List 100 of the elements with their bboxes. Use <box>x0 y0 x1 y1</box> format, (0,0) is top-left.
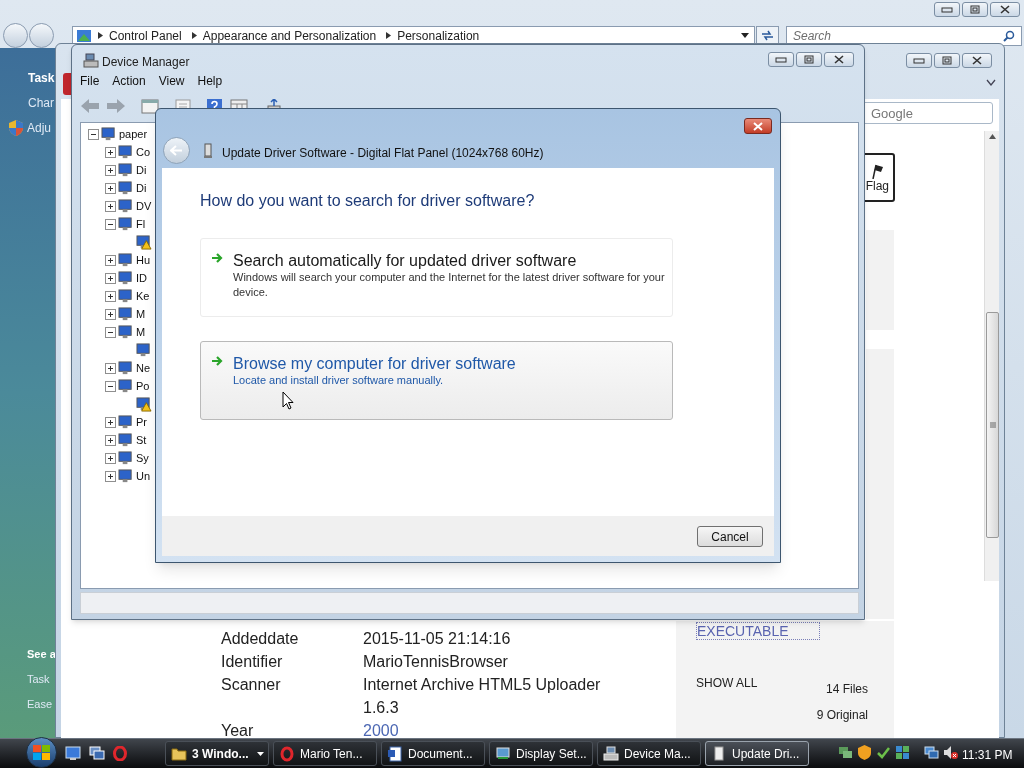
tree-item[interactable]: M <box>136 323 146 341</box>
option-button[interactable]: Search automatically for updated driver software Windows will search your computer and the Internet for the latest driver software for your device. <box>200 238 673 317</box>
tree-item[interactable]: DV <box>136 197 152 215</box>
close-button[interactable] <box>744 118 772 134</box>
windows-stack-icon[interactable] <box>89 746 105 761</box>
tree-item[interactable]: Fl <box>136 215 146 233</box>
metadata-label: Addeddate <box>221 629 300 649</box>
monitor-icon <box>118 144 134 160</box>
task-link[interactable]: Char <box>28 94 54 112</box>
menu-item[interactable]: Action <box>112 72 146 90</box>
collapse-icon[interactable] <box>105 218 116 230</box>
minimize-icon <box>941 6 953 13</box>
minimize-button[interactable] <box>768 52 794 67</box>
expand-icon[interactable] <box>105 416 116 428</box>
search-field[interactable]: Search <box>786 26 1022 46</box>
tree-item[interactable]: Ke <box>136 287 150 305</box>
tree-item[interactable]: Sy <box>136 449 149 467</box>
mouse-pointer-icon <box>282 391 294 410</box>
expand-icon[interactable] <box>105 146 116 158</box>
taskbar-button[interactable]: Update Dri... <box>705 741 809 766</box>
minimize-icon <box>913 57 925 64</box>
browser-icon[interactable] <box>113 746 127 761</box>
show-all-link[interactable]: SHOW ALL <box>696 674 758 692</box>
breadcrumb-item[interactable]: Appearance and Personalization <box>202 26 377 45</box>
tree-item[interactable]: Di <box>136 161 147 179</box>
tree-item[interactable]: Co <box>136 143 151 161</box>
taskbar-button[interactable]: Document... <box>381 741 485 766</box>
menu-item[interactable]: File <box>80 72 100 90</box>
expand-icon[interactable] <box>105 452 116 464</box>
expand-icon[interactable] <box>105 254 116 266</box>
taskbar-button[interactable]: 3 Windo... <box>165 741 269 766</box>
metadata-label: Identifier <box>221 652 284 672</box>
taskbar-button[interactable]: Display Set... <box>489 741 593 766</box>
expand-icon[interactable] <box>105 164 116 176</box>
scroll-up-icon[interactable] <box>989 134 996 139</box>
close-icon <box>1000 5 1010 14</box>
option-button[interactable]: Browse my computer for driver software Locate and install driver software manually. <box>200 341 673 420</box>
muted-speaker-icon[interactable] <box>943 745 958 760</box>
expand-icon[interactable] <box>105 470 116 482</box>
search-field[interactable]: Google <box>862 102 993 124</box>
scrollbar-thumb[interactable] <box>986 312 999 538</box>
minimize-button[interactable] <box>934 2 960 17</box>
tree-item[interactable]: ID <box>136 269 147 287</box>
expand-icon[interactable] <box>105 200 116 212</box>
breadcrumb-arrow-icon[interactable] <box>386 32 392 39</box>
scrollbar[interactable] <box>984 131 999 581</box>
breadcrumb-arrow-icon[interactable] <box>98 32 103 39</box>
tree-item[interactable]: M <box>136 305 146 323</box>
expand-icon[interactable] <box>105 272 116 284</box>
dropdown-arrow-icon[interactable] <box>741 33 749 38</box>
metadata-link[interactable]: 2000 <box>363 719 399 742</box>
expand-icon[interactable] <box>105 290 116 302</box>
tree-item[interactable]: Un <box>136 467 151 485</box>
tree-item[interactable]: Ne <box>136 359 151 377</box>
checkmark-icon[interactable] <box>876 745 891 760</box>
maximize-button[interactable] <box>796 52 822 67</box>
maximize-button[interactable] <box>934 53 960 68</box>
collapse-icon[interactable] <box>105 326 116 338</box>
cancel-button[interactable]: Cancel <box>697 526 763 547</box>
metadata-value: Internet Archive HTML5 Uploader 1.6.3 <box>363 675 602 718</box>
desktop-icon[interactable] <box>65 746 81 761</box>
clock[interactable]: 11:31 PM <box>962 746 1013 764</box>
metadata-label: Scanner <box>221 675 282 695</box>
menu-item[interactable]: Help <box>197 72 223 90</box>
shield-icon[interactable] <box>857 745 872 760</box>
close-button[interactable] <box>962 53 992 68</box>
task-pane-heading: See a <box>27 647 56 662</box>
collapse-icon[interactable] <box>105 380 116 392</box>
tree-item[interactable]: Pr <box>136 413 147 431</box>
breadcrumb-arrow-icon[interactable] <box>191 32 197 39</box>
arrow-right-icon <box>211 252 223 264</box>
task-link[interactable]: Adju <box>27 119 52 137</box>
chevron-down-icon[interactable] <box>986 79 996 86</box>
taskbar-button[interactable]: Mario Ten... <box>273 741 377 766</box>
expand-icon[interactable] <box>105 434 116 446</box>
expand-icon[interactable] <box>105 308 116 320</box>
breadcrumb-item[interactable]: Control Panel <box>109 26 182 45</box>
expand-icon[interactable] <box>105 182 116 194</box>
collapse-icon[interactable] <box>88 128 99 140</box>
tree-item[interactable]: paper <box>119 125 148 143</box>
maximize-button[interactable] <box>962 2 988 17</box>
search-icon[interactable] <box>1003 30 1015 42</box>
format-link[interactable]: EXECUTABLE <box>696 622 820 640</box>
address-bar[interactable]: Control Panel Appearance and Personalization Personalization <box>72 26 755 45</box>
close-button[interactable] <box>990 2 1020 17</box>
tree-item[interactable]: Po <box>136 377 150 395</box>
metadata-label: Year <box>221 721 255 741</box>
tree-item[interactable]: Di <box>136 179 147 197</box>
network-icon[interactable] <box>838 745 853 760</box>
close-button[interactable] <box>824 52 854 67</box>
menu-item[interactable]: View <box>158 72 185 90</box>
network-icon[interactable] <box>924 745 939 760</box>
window-icon[interactable] <box>141 98 159 114</box>
grid-icon[interactable] <box>895 745 910 760</box>
expand-icon[interactable] <box>105 362 116 374</box>
taskbar-button[interactable]: Device Ma... <box>597 741 701 766</box>
breadcrumb-item[interactable]: Personalization <box>397 26 480 45</box>
minimize-button[interactable] <box>906 53 932 68</box>
tree-item[interactable]: Hu <box>136 251 151 269</box>
tree-item[interactable]: St <box>136 431 147 449</box>
